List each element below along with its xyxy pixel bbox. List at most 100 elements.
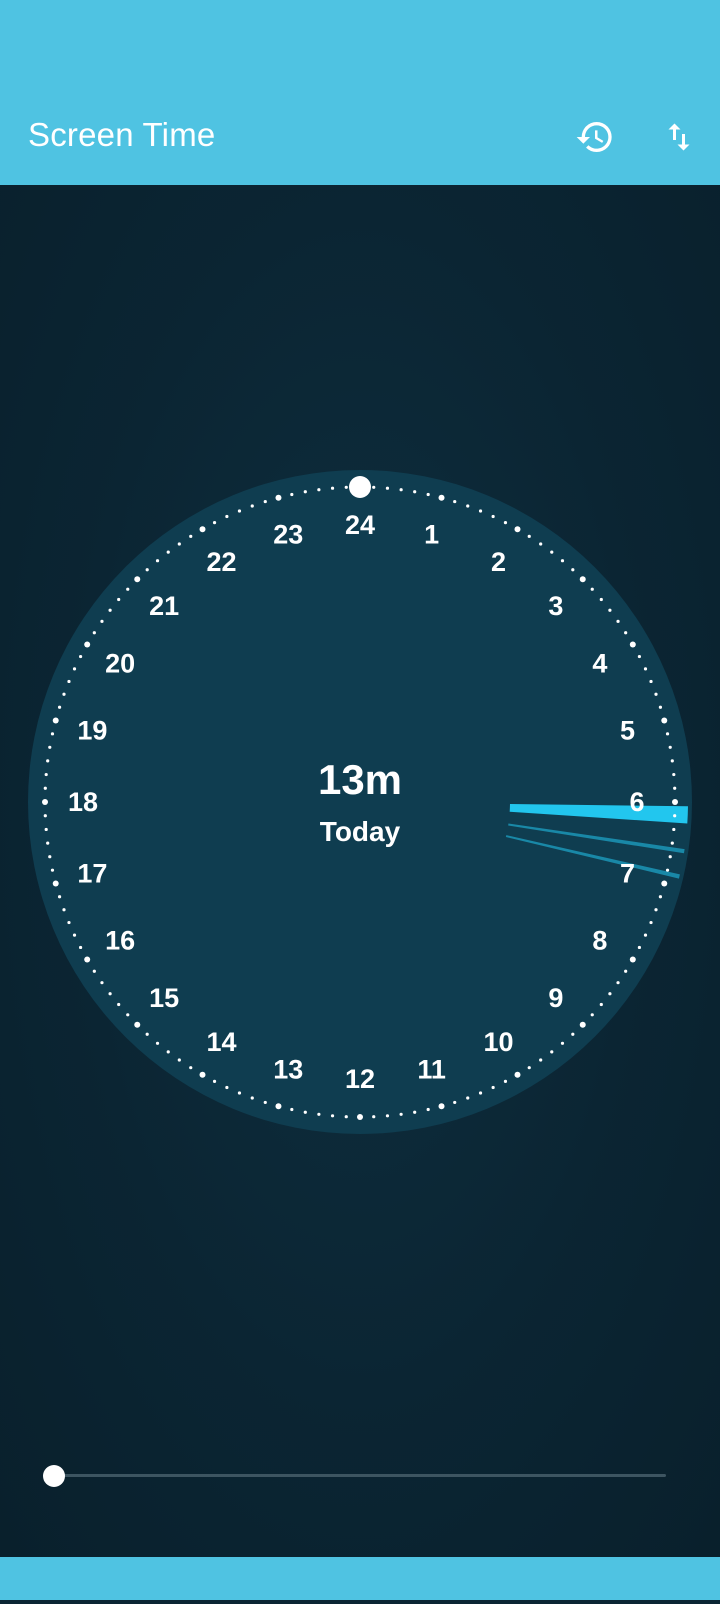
minute-tick bbox=[426, 492, 430, 497]
minute-tick bbox=[189, 534, 193, 538]
minute-tick bbox=[599, 597, 603, 602]
minute-tick bbox=[550, 550, 554, 554]
minute-tick bbox=[665, 868, 670, 872]
minute-tick bbox=[550, 1050, 554, 1054]
hour-label-14: 14 bbox=[206, 1027, 236, 1057]
minute-tick bbox=[491, 514, 495, 519]
minute-tick bbox=[46, 841, 50, 845]
minute-tick bbox=[344, 485, 348, 489]
hour-tick bbox=[661, 717, 668, 724]
hour-label-10: 10 bbox=[483, 1027, 513, 1057]
minute-tick bbox=[503, 520, 508, 525]
hour-tick bbox=[672, 799, 678, 805]
minute-tick bbox=[50, 732, 55, 736]
minute-tick bbox=[466, 504, 470, 508]
hour-tick bbox=[629, 641, 636, 648]
bottom-bar bbox=[0, 1557, 720, 1600]
minute-tick bbox=[145, 568, 149, 572]
minute-tick bbox=[426, 1107, 430, 1112]
minute-tick bbox=[503, 1079, 508, 1084]
minute-tick bbox=[237, 1091, 242, 1095]
hour-label-7: 7 bbox=[620, 859, 635, 889]
minute-tick bbox=[72, 667, 77, 671]
minute-tick bbox=[385, 486, 390, 490]
minute-tick bbox=[624, 969, 628, 973]
minute-tick bbox=[672, 772, 676, 777]
minute-tick bbox=[145, 1032, 149, 1036]
minute-tick bbox=[78, 945, 83, 950]
hour-tick bbox=[52, 717, 59, 724]
minute-tick bbox=[177, 1058, 181, 1062]
hour-label-23: 23 bbox=[273, 519, 303, 549]
minute-tick bbox=[100, 619, 104, 623]
minute-tick bbox=[225, 514, 229, 519]
hour-label-11: 11 bbox=[417, 1055, 446, 1085]
minute-tick bbox=[48, 745, 52, 749]
minute-tick bbox=[290, 492, 294, 497]
minute-tick bbox=[658, 895, 663, 899]
hour-label-20: 20 bbox=[105, 649, 135, 679]
hour-label-8: 8 bbox=[592, 926, 607, 956]
minute-tick bbox=[399, 1112, 403, 1116]
minute-tick bbox=[539, 542, 543, 546]
hour-label-2: 2 bbox=[491, 547, 506, 577]
minute-tick bbox=[665, 732, 670, 736]
clock-handle[interactable] bbox=[349, 476, 371, 498]
minute-tick bbox=[590, 1013, 594, 1017]
minute-tick bbox=[637, 945, 642, 950]
hour-tick bbox=[579, 576, 586, 583]
slider-thumb[interactable] bbox=[43, 1465, 65, 1487]
minute-tick bbox=[608, 992, 612, 996]
minute-tick bbox=[330, 486, 335, 490]
hour-label-9: 9 bbox=[548, 983, 563, 1013]
minute-tick bbox=[599, 1002, 603, 1007]
minute-tick bbox=[108, 992, 112, 996]
hour-tick bbox=[629, 956, 636, 963]
minute-tick bbox=[478, 1091, 483, 1095]
minute-tick bbox=[670, 841, 674, 845]
minute-tick bbox=[250, 1096, 254, 1100]
minute-tick bbox=[50, 868, 55, 872]
minute-tick bbox=[571, 568, 575, 572]
minute-tick bbox=[670, 759, 674, 763]
hour-tick bbox=[199, 1071, 206, 1078]
minute-tick bbox=[616, 619, 620, 623]
minute-tick bbox=[673, 814, 677, 818]
minute-tick bbox=[668, 855, 672, 859]
hour-tick bbox=[52, 880, 59, 887]
minute-tick bbox=[616, 981, 620, 985]
minute-tick bbox=[212, 1079, 217, 1084]
minute-tick bbox=[560, 559, 565, 563]
hour-tick bbox=[134, 1021, 141, 1028]
hour-tick bbox=[134, 576, 141, 583]
hour-label-6: 6 bbox=[629, 787, 644, 817]
minute-tick bbox=[177, 542, 181, 546]
minute-tick bbox=[590, 587, 594, 591]
hour-label-21: 21 bbox=[149, 591, 179, 621]
hour-tick bbox=[357, 1114, 363, 1120]
minute-tick bbox=[399, 488, 403, 492]
hour-label-15: 15 bbox=[149, 983, 179, 1013]
minute-tick bbox=[67, 920, 71, 925]
minute-tick bbox=[643, 933, 648, 937]
minute-tick bbox=[225, 1085, 229, 1090]
minute-tick bbox=[72, 933, 77, 937]
hour-label-16: 16 bbox=[105, 926, 135, 956]
day-slider[interactable] bbox=[43, 1462, 666, 1490]
minute-tick bbox=[126, 587, 130, 591]
hour-tick bbox=[84, 956, 91, 963]
minute-tick bbox=[668, 745, 672, 749]
period-label[interactable]: Today bbox=[260, 816, 460, 848]
minute-tick bbox=[672, 827, 676, 832]
minute-tick bbox=[250, 504, 254, 508]
minute-tick bbox=[237, 509, 242, 513]
minute-tick bbox=[126, 1013, 130, 1017]
slider-track[interactable] bbox=[54, 1474, 666, 1477]
hour-label-17: 17 bbox=[77, 859, 107, 889]
minute-tick bbox=[108, 608, 112, 612]
hour-label-18: 18 bbox=[68, 787, 98, 817]
hour-tick bbox=[438, 494, 445, 501]
minute-tick bbox=[212, 520, 217, 525]
minute-tick bbox=[57, 895, 62, 899]
hour-label-22: 22 bbox=[206, 547, 236, 577]
